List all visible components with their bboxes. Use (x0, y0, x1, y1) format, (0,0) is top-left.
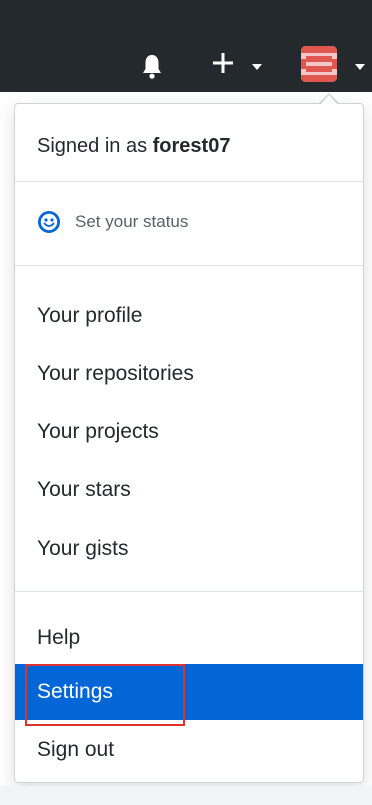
menu-item-help[interactable]: Help (15, 614, 363, 662)
chevron-down-icon[interactable] (355, 64, 365, 70)
username: forest07 (152, 135, 231, 157)
bell-icon[interactable] (141, 52, 163, 80)
menu-item-your-profile[interactable]: Your profile (15, 292, 363, 340)
set-status-label: Set your status (75, 212, 189, 231)
divider (15, 265, 363, 266)
menu-item-your-gists[interactable]: Your gists (15, 525, 363, 573)
plus-icon[interactable] (209, 49, 237, 77)
menu-item-your-projects[interactable]: Your projects (15, 408, 363, 456)
divider (15, 181, 363, 182)
signed-in-header: Signed in as forest07 (37, 135, 230, 158)
menu-item-sign-out[interactable]: Sign out (15, 726, 363, 774)
avatar[interactable] (301, 46, 337, 82)
page-background-strip (0, 786, 372, 805)
chevron-down-icon[interactable] (252, 64, 262, 70)
menu-item-your-stars[interactable]: Your stars (15, 466, 363, 514)
menu-item-your-repositories[interactable]: Your repositories (15, 350, 363, 398)
signed-in-prefix: Signed in as (37, 135, 148, 157)
smiley-icon (38, 211, 60, 233)
top-header-bar (0, 0, 372, 92)
set-status-button[interactable]: Set your status (37, 206, 188, 238)
divider (15, 591, 363, 592)
user-dropdown-menu: Signed in as forest07 Set your status Yo… (14, 93, 364, 783)
menu-item-settings[interactable]: Settings (15, 664, 363, 720)
identicon-avatar (301, 46, 337, 82)
